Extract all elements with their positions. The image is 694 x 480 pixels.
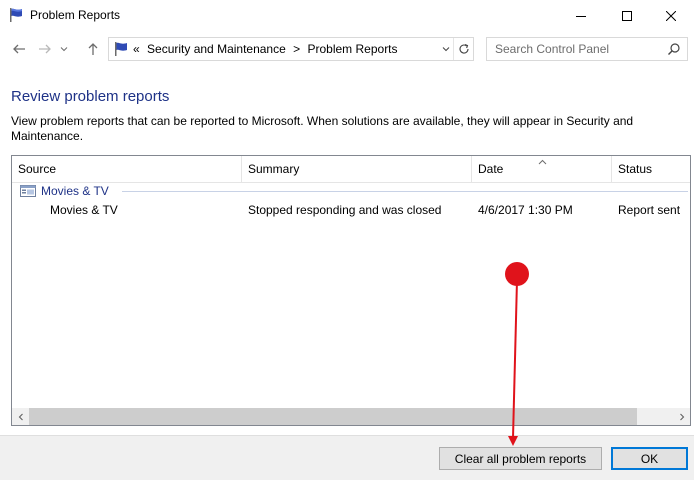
refresh-button[interactable] — [453, 38, 473, 60]
dialog-footer: Clear all problem reports OK — [0, 435, 694, 480]
problem-reports-list[interactable]: Source Summary Date Status Movies & TV M… — [11, 155, 691, 426]
window-title: Problem Reports — [30, 8, 121, 22]
group-label: Movies & TV — [41, 184, 109, 198]
flag-icon — [8, 7, 24, 23]
app-window-icon — [20, 185, 36, 200]
up-button[interactable] — [84, 40, 102, 58]
chevron-down-icon — [60, 47, 68, 52]
page-description: View problem reports that can be reporte… — [11, 114, 634, 143]
clear-all-problem-reports-button[interactable]: Clear all problem reports — [439, 447, 602, 470]
address-bar[interactable]: « Security and Maintenance > Problem Rep… — [108, 37, 474, 61]
cell-date: 4/6/2017 1:30 PM — [478, 203, 573, 217]
list-group-header[interactable]: Movies & TV — [20, 184, 688, 198]
horizontal-scrollbar[interactable] — [12, 408, 690, 425]
arrow-left-icon — [13, 44, 25, 54]
minimize-button[interactable] — [558, 0, 604, 31]
cell-status: Report sent — [618, 203, 681, 217]
chevron-right-icon — [679, 413, 684, 420]
forward-button[interactable] — [36, 40, 54, 58]
scrollbar-thumb[interactable] — [29, 408, 637, 425]
table-row[interactable]: Movies & TV Stopped responding and was c… — [12, 203, 690, 221]
maximize-icon — [622, 10, 632, 21]
breadcrumb-security-and-maintenance[interactable]: Security and Maintenance — [147, 42, 286, 56]
column-header-source[interactable]: Source — [12, 156, 242, 183]
arrow-up-icon — [88, 43, 98, 55]
scroll-left-button[interactable] — [12, 408, 29, 425]
minimize-icon — [576, 15, 586, 17]
list-header: Source Summary Date Status — [12, 156, 690, 183]
close-button[interactable] — [648, 0, 694, 31]
close-icon — [666, 10, 676, 21]
sort-ascending-icon — [538, 154, 547, 168]
refresh-icon — [459, 43, 469, 54]
breadcrumb-separator[interactable]: > — [293, 42, 300, 56]
flag-icon — [113, 41, 129, 60]
breadcrumb-problem-reports[interactable]: Problem Reports — [307, 42, 397, 56]
column-header-status[interactable]: Status — [612, 156, 690, 183]
ok-button[interactable]: OK — [611, 447, 688, 470]
maximize-button[interactable] — [604, 0, 650, 31]
address-dropdown-button[interactable] — [439, 38, 453, 60]
search-input[interactable] — [487, 38, 663, 60]
chevron-down-icon — [442, 47, 450, 52]
page-title: Review problem reports — [11, 88, 170, 105]
navigation-bar: « Security and Maintenance > Problem Rep… — [0, 31, 694, 67]
arrow-right-icon — [39, 44, 51, 54]
group-divider — [122, 191, 688, 192]
breadcrumb-overflow[interactable]: « — [133, 42, 140, 56]
search-icon[interactable] — [667, 42, 681, 59]
scroll-right-button[interactable] — [673, 408, 690, 425]
title-bar: Problem Reports — [0, 0, 694, 31]
back-button[interactable] — [10, 40, 28, 58]
cell-summary: Stopped responding and was closed — [248, 203, 442, 217]
column-header-summary[interactable]: Summary — [242, 156, 472, 183]
recent-locations-button[interactable] — [58, 40, 70, 58]
cell-source: Movies & TV — [50, 203, 118, 217]
chevron-left-icon — [18, 413, 23, 420]
breadcrumb: « Security and Maintenance > Problem Rep… — [133, 42, 402, 56]
search-box[interactable] — [486, 37, 688, 61]
